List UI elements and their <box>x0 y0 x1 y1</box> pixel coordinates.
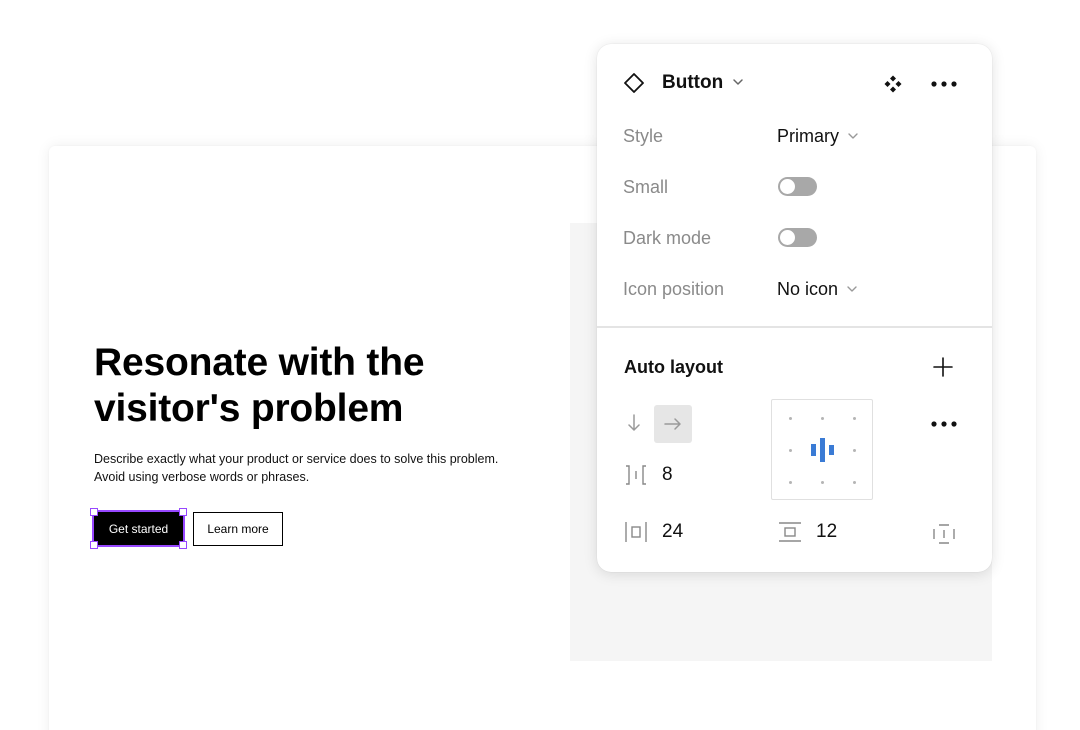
align-dot[interactable] <box>853 417 856 420</box>
align-dot[interactable] <box>789 417 792 420</box>
hero-heading-line1: Resonate with the <box>94 341 425 384</box>
component-name: Button <box>662 72 724 93</box>
learn-more-button[interactable]: Learn more <box>193 512 283 546</box>
clip-content-icon <box>933 524 955 544</box>
properties-panel: Button Style Primary Small Dark mode Ico… <box>597 44 992 572</box>
more-options-icon[interactable] <box>930 414 958 434</box>
horizontal-padding-field[interactable]: 24 <box>624 519 683 545</box>
auto-layout-title: Auto layout <box>624 357 723 377</box>
arrow-right-icon <box>664 418 681 430</box>
align-dot[interactable] <box>853 449 856 452</box>
get-started-button[interactable]: Get started <box>92 510 185 547</box>
chevron-down-icon[interactable] <box>731 75 745 89</box>
vertical-padding-value: 12 <box>816 521 838 542</box>
hero-description-line1: Describe exactly what your product or se… <box>94 452 499 466</box>
chevron-down-icon <box>848 133 858 139</box>
small-toggle[interactable] <box>778 177 817 196</box>
more-options-icon[interactable] <box>930 74 958 94</box>
dark-mode-toggle[interactable] <box>778 228 817 247</box>
arrow-down-icon[interactable] <box>624 411 644 435</box>
gap-value: 8 <box>662 464 673 485</box>
component-diamond-icon <box>624 73 644 93</box>
gap-field[interactable]: 8 <box>624 462 673 488</box>
chevron-down-icon <box>847 286 857 292</box>
property-small: Small <box>623 174 963 200</box>
style-dropdown[interactable]: Primary <box>777 125 859 147</box>
property-label: Dark mode <box>623 228 712 248</box>
gap-icon <box>626 465 646 485</box>
horizontal-padding-icon <box>625 522 647 542</box>
toggle-knob <box>780 230 795 245</box>
vertical-padding-icon <box>779 522 801 542</box>
style-value: Primary <box>777 126 839 146</box>
align-dot[interactable] <box>789 481 792 484</box>
property-label: Small <box>623 177 669 197</box>
plus-icon[interactable] <box>932 356 954 378</box>
align-dot[interactable] <box>789 449 792 452</box>
selection-handle-top-left[interactable] <box>90 508 98 516</box>
hero-heading-line2: visitor's problem <box>94 387 404 430</box>
hero-heading[interactable]: Resonate with the visitor's problem <box>94 340 514 432</box>
align-dot[interactable] <box>821 481 824 484</box>
selection-handle-top-right[interactable] <box>179 508 187 516</box>
align-dot[interactable] <box>853 481 856 484</box>
vertical-padding-field[interactable]: 12 <box>778 519 837 545</box>
property-label: Icon position <box>623 279 725 299</box>
canvas: Resonate with the visitor's problem Desc… <box>0 0 1080 730</box>
selection-handle-bottom-right[interactable] <box>179 541 187 549</box>
instance-icon[interactable] <box>883 74 903 94</box>
section-divider <box>597 326 992 328</box>
direction-horizontal-button[interactable] <box>654 405 692 443</box>
property-style: Style Primary <box>623 123 963 149</box>
align-center-icon <box>811 438 834 462</box>
align-dot[interactable] <box>821 417 824 420</box>
alignment-grid[interactable] <box>771 399 873 500</box>
property-label: Style <box>623 126 664 146</box>
toggle-knob <box>780 179 795 194</box>
selection-handle-bottom-left[interactable] <box>90 541 98 549</box>
icon-position-value: No icon <box>777 279 839 299</box>
hero-description[interactable]: Describe exactly what your product or se… <box>94 450 554 486</box>
hero-description-line2: Avoid using verbose words or phrases. <box>94 470 310 484</box>
panel-header: Button <box>597 44 992 124</box>
horizontal-padding-value: 24 <box>662 521 684 542</box>
property-icon-position: Icon position No icon <box>623 276 963 302</box>
icon-position-dropdown[interactable]: No icon <box>777 278 858 300</box>
property-dark-mode: Dark mode <box>623 225 963 251</box>
